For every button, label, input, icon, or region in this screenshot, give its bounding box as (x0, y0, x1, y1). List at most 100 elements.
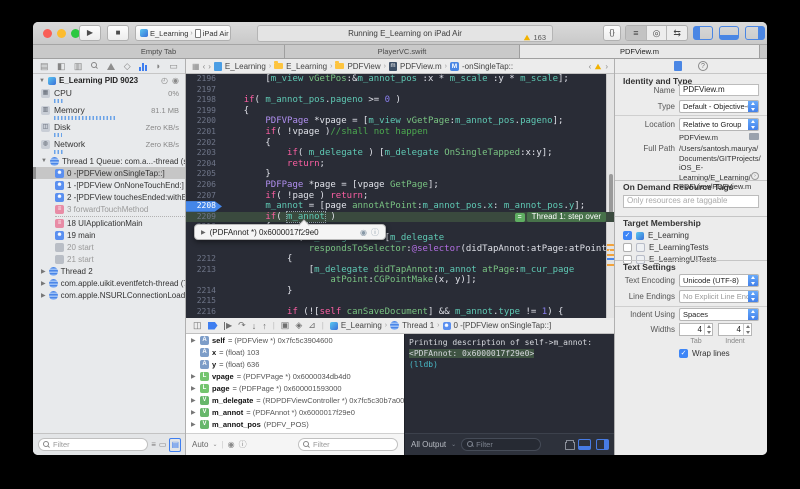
folder-icon[interactable] (749, 133, 759, 140)
name-field[interactable]: PDFView.m (679, 84, 759, 96)
variable-row[interactable]: ▶Lpage= (PDFPage *) 0x600001593000 (186, 382, 404, 394)
indent-width-stepper[interactable]: 4 (718, 323, 752, 336)
quicklook-eye-icon[interactable]: ◉ (228, 440, 235, 449)
breakpoint-navigator-icon[interactable]: ◗ (156, 59, 161, 74)
console-output-selector[interactable]: All Output (411, 440, 446, 449)
variable-row[interactable]: ▶Lvpage= (PDFVPage *) 0x6000034db4d0 (186, 370, 404, 382)
debug-navigator-icon[interactable] (139, 62, 147, 71)
memory-gauge-icon[interactable]: ◉ (172, 76, 179, 85)
variable-row[interactable]: Ay= (float) 636 (186, 358, 404, 370)
wrap-lines-checkbox[interactable]: ✓ (679, 349, 688, 358)
disclosure-triangle-icon[interactable]: ▼ (39, 78, 45, 84)
gauge-network[interactable]: ◍NetworkZero KB/s (33, 138, 185, 154)
variable-row[interactable]: ▶Vm_annot_pos(PDFV_POS) (186, 418, 404, 430)
close-window-button[interactable] (43, 29, 52, 38)
debug-breadcrumb-item[interactable]: E_Learning (341, 321, 382, 330)
stepper-arrows-icon[interactable] (704, 324, 712, 335)
show-variables-pane-icon[interactable] (578, 439, 591, 450)
prev-issue-icon[interactable]: ‹ (589, 62, 592, 71)
file-inspector-tab-icon[interactable] (674, 61, 682, 71)
breadcrumb-item[interactable]: E_Learning (286, 62, 327, 71)
code-snippet-button[interactable]: {} (603, 25, 621, 41)
thread-row[interactable]: ▶Thread 2 (33, 265, 185, 277)
step-into-icon[interactable]: ↓ (252, 321, 257, 331)
tab-playervc-swift[interactable]: PlayerVC.swift (285, 45, 520, 58)
text-encoding-dropdown[interactable]: Unicode (UTF-8) (679, 274, 759, 287)
stack-frame-row[interactable]: ☻1 -[PDFView OnNoneTouchEnd:] (33, 179, 185, 191)
target-checkbox[interactable] (623, 243, 632, 252)
stack-frame-row[interactable]: ≡18 UIApplicationMain (33, 217, 185, 229)
minimize-window-button[interactable] (57, 29, 66, 38)
quicklook-eye-icon[interactable]: ◉ (360, 228, 367, 237)
disclosure-triangle-icon[interactable]: ▶ (191, 337, 197, 344)
stepper-arrows-icon[interactable] (743, 324, 751, 335)
stack-frame-row[interactable]: ☻19 main (33, 229, 185, 241)
variable-datatip-popover[interactable]: ▶ (PDFAnnot *) 0x6000017f29e0 ◉ ⓘ (194, 224, 386, 240)
line-endings-dropdown[interactable]: No Explicit Line Endings (679, 290, 759, 303)
standard-editor-icon[interactable]: ≡ (626, 26, 647, 40)
info-icon[interactable]: ⓘ (239, 439, 247, 450)
variable-row[interactable]: ▶Aself= (PDFView *) 0x7fc5c3904600 (186, 334, 404, 346)
toggle-inspector-button[interactable] (745, 26, 765, 40)
gauge-cpu[interactable]: ▦CPU0% (33, 87, 185, 103)
location-dropdown[interactable]: Relative to Group (679, 118, 759, 131)
breakpoints-toggle-icon[interactable] (208, 322, 218, 330)
debug-breadcrumb-item[interactable]: 0 -[PDFView onSingleTap::] (454, 321, 552, 330)
breadcrumb-item[interactable]: PDFView.m (400, 62, 442, 71)
scheme-selector[interactable]: E_Learning › iPad Air (135, 25, 231, 41)
pause-gauge-icon[interactable]: ◴ (161, 76, 168, 85)
stack-frame-row[interactable]: 21 start (33, 253, 185, 265)
disclosure-triangle-icon[interactable]: ▶ (191, 421, 197, 428)
run-button[interactable]: ▶ (79, 25, 101, 41)
breadcrumb-item[interactable]: PDFView (347, 62, 380, 71)
tab-pdfview-m[interactable]: PDFView.m (520, 45, 760, 58)
console-filter-input[interactable]: Filter (461, 438, 541, 451)
navigator-filter-input[interactable]: Filter (38, 438, 148, 451)
breadcrumb-item[interactable]: -onSingleTap:: (462, 62, 513, 71)
hide-debug-area-icon[interactable]: ◫ (193, 320, 202, 331)
report-navigator-icon[interactable]: ▭ (169, 59, 178, 74)
indent-using-dropdown[interactable]: Spaces (679, 308, 759, 321)
stack-frame-row[interactable]: 20 start (33, 241, 185, 253)
warning-count-badge[interactable]: 163 (523, 30, 546, 45)
disclosure-triangle-icon[interactable]: ▶ (191, 373, 197, 380)
show-console-pane-icon[interactable] (596, 439, 609, 450)
breadcrumb-item[interactable]: E_Learning (225, 62, 266, 71)
project-navigator-icon[interactable]: ▤ (40, 59, 49, 74)
disclosure-triangle-icon[interactable]: ▶ (41, 292, 46, 299)
test-navigator-icon[interactable]: ◇ (124, 59, 131, 74)
interesting-only-filter-icon[interactable]: ▤ (169, 438, 181, 452)
flat-list-icon[interactable]: ≡ (151, 439, 156, 451)
step-over-icon[interactable]: ↷ (238, 320, 246, 331)
tab-width-stepper[interactable]: 4 (679, 323, 713, 336)
tab-empty-tab[interactable]: Empty Tab (33, 45, 285, 58)
clear-console-icon[interactable] (565, 440, 573, 449)
type-dropdown[interactable]: Default - Objective-C Sou... (679, 100, 759, 113)
related-items-icon[interactable]: ▦ (192, 62, 200, 71)
disclosure-triangle-icon[interactable]: ▼ (41, 158, 47, 164)
variable-row[interactable]: Ax= (float) 103 (186, 346, 404, 358)
stop-button[interactable]: ■ (107, 25, 129, 41)
issue-navigator-icon[interactable] (107, 63, 115, 70)
source-editor[interactable]: ▶ (PDFAnnot *) 0x6000017f29e0 ◉ ⓘ 2196 [… (186, 74, 614, 318)
debug-breadcrumb-item[interactable]: Thread 1 (402, 321, 434, 330)
disclosure-triangle-icon[interactable]: ▶ (191, 385, 197, 392)
find-navigator-icon[interactable] (91, 62, 99, 70)
disclosure-triangle-icon[interactable]: ▶ (191, 409, 197, 416)
continue-icon[interactable]: ▶ (224, 321, 233, 330)
compact-view-icon[interactable]: ▭ (159, 439, 167, 451)
gauge-memory[interactable]: ▥Memory81.1 MB (33, 104, 185, 120)
back-icon[interactable]: ‹ (203, 62, 206, 71)
source-control-navigator-icon[interactable]: ◧ (57, 59, 66, 74)
stack-frame-row[interactable]: ☻0 -[PDFView onSingleTap::] (33, 167, 185, 179)
version-editor-icon[interactable]: ⇆ (667, 26, 687, 40)
gauge-disk[interactable]: ◫DiskZero KB/s (33, 121, 185, 137)
assistant-editor-icon[interactable]: ◎ (647, 26, 668, 40)
toggle-navigator-button[interactable] (693, 26, 713, 40)
odr-tags-field[interactable]: Only resources are taggable (623, 195, 759, 208)
variables-scope-selector[interactable]: Auto (192, 440, 208, 449)
thread-row[interactable]: ▶com.apple.uikit.eventfetch-thread (7) (33, 277, 185, 289)
disclosure-triangle-icon[interactable]: ▶ (41, 268, 46, 275)
simulate-location-icon[interactable]: ⊿ (308, 320, 316, 331)
toggle-debug-area-button[interactable] (719, 26, 739, 40)
